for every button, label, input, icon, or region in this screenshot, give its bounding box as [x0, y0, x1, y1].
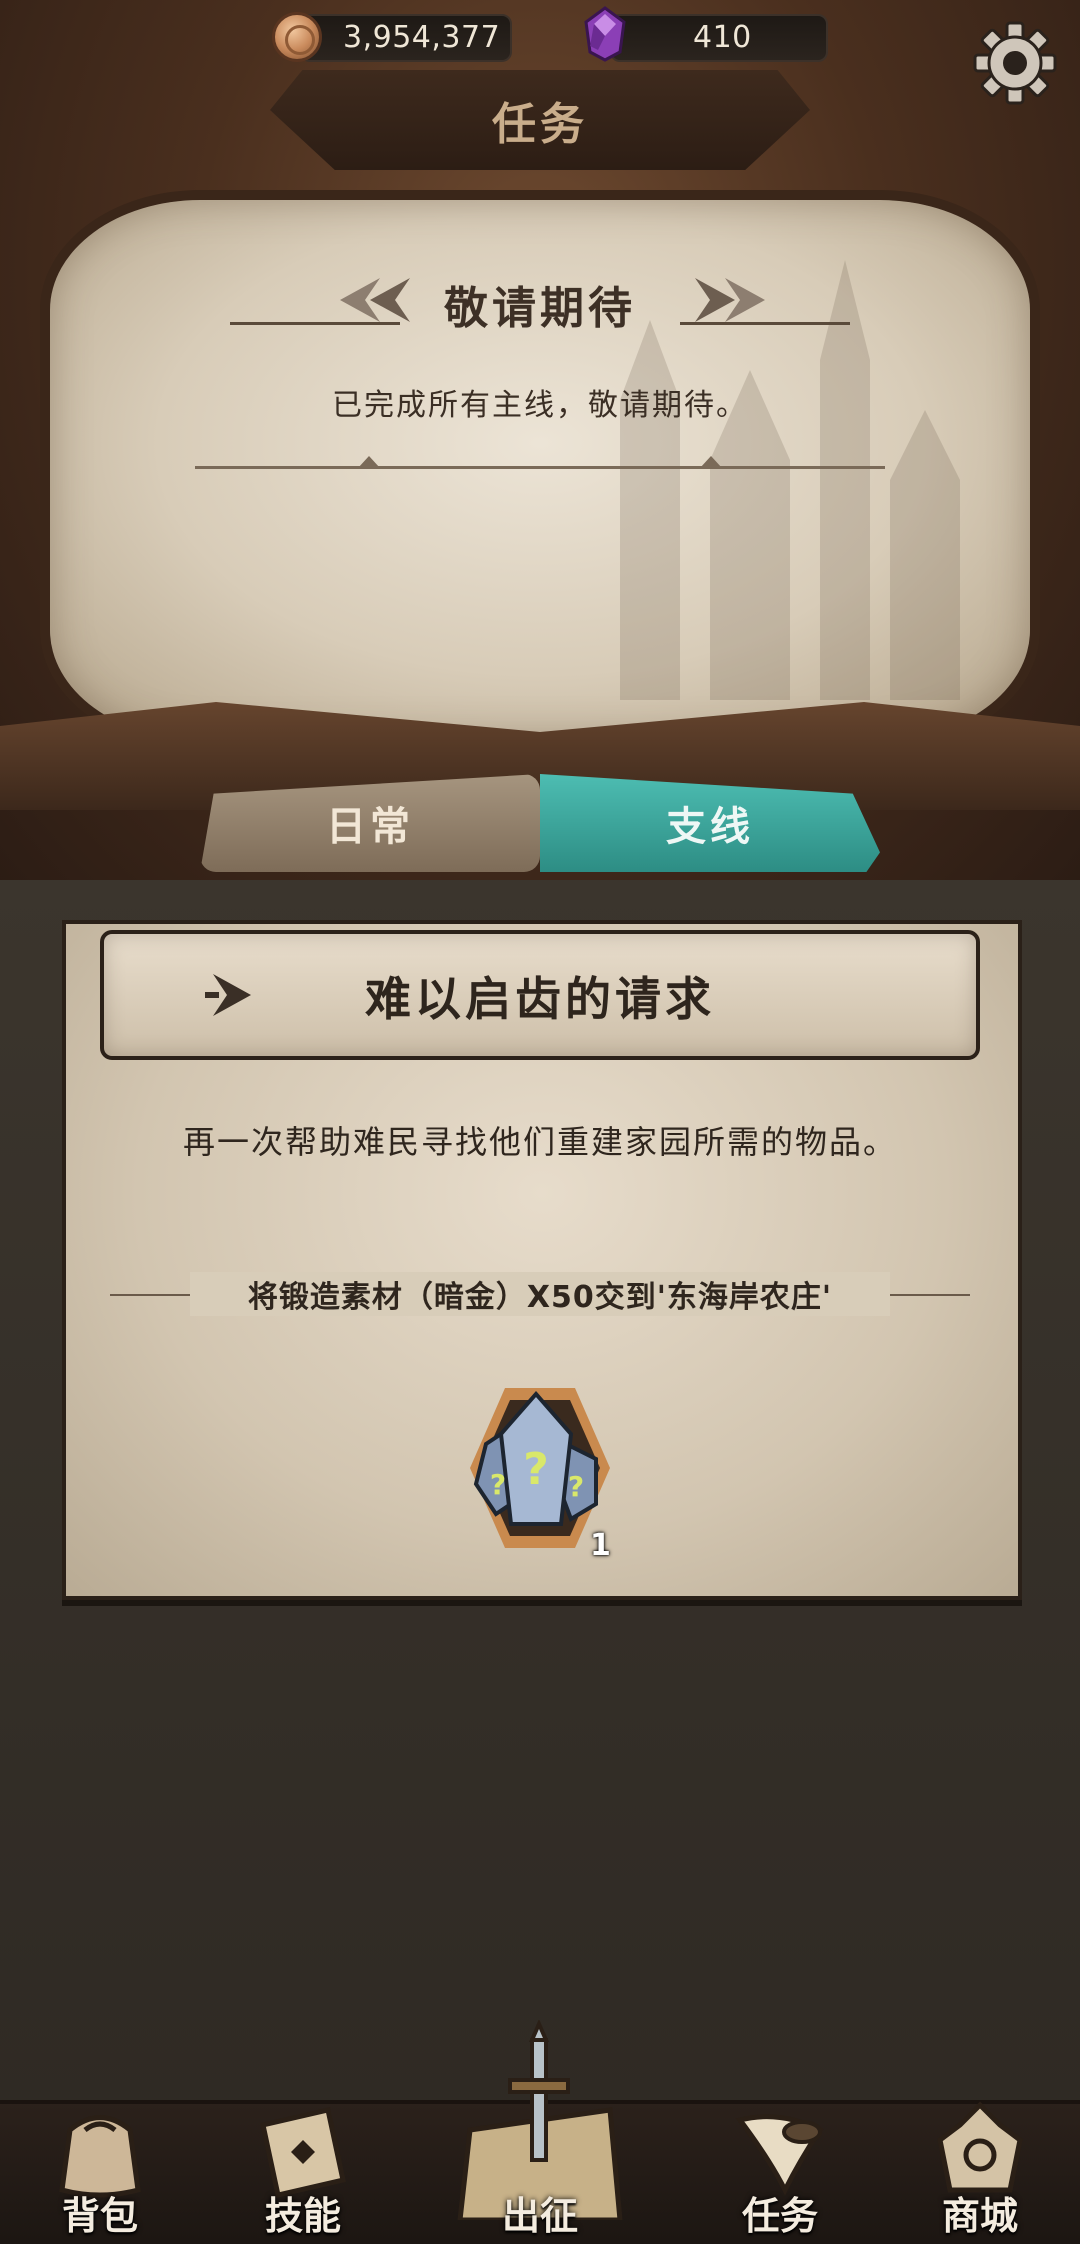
main-banner-title: 敬请期待	[444, 283, 636, 334]
page-title: 任务	[492, 99, 588, 150]
nav-label-bag: 背包	[61, 2194, 138, 2238]
nav-item-shop[interactable]: 商城	[895, 2100, 1065, 2244]
coin-icon	[272, 12, 322, 62]
svg-text:?: ?	[523, 1444, 549, 1495]
coin-amount: 3,954,377	[343, 20, 501, 55]
quest-screen: 3,954,377 410 任务 敬请期待 已完成所有主线，敬请期待。 日常 支…	[0, 0, 1080, 2244]
nav-label-expedition: 出征	[501, 2194, 578, 2238]
svg-text:?: ?	[490, 1468, 506, 1501]
nav-item-bag[interactable]: 背包	[15, 2100, 185, 2244]
banner-divider	[195, 466, 885, 469]
resource-bar: 3,954,377 410	[0, 0, 1080, 105]
reward-count: 1	[590, 1528, 611, 1563]
banner-line-right	[680, 322, 850, 325]
nav-item-quests[interactable]: 任务	[695, 2100, 865, 2244]
main-banner-subtitle: 已完成所有主线，敬请期待。	[332, 388, 748, 423]
banner-arrow-right-icon	[695, 278, 765, 322]
nav-item-expedition[interactable]: 出征	[455, 2100, 625, 2244]
nav-label-shop: 商城	[941, 2194, 1018, 2238]
svg-text:?: ?	[568, 1470, 584, 1503]
nav-item-skills[interactable]: 技能	[218, 2100, 388, 2244]
quest-description: 再一次帮助难民寻找他们重建家园所需的物品。	[182, 1123, 897, 1161]
quest-title: 难以启齿的请求	[365, 972, 715, 1026]
nav-label-quests: 任务	[741, 2194, 818, 2238]
gem-amount: 410	[693, 20, 752, 55]
quest-requirement: 将锻造素材（暗金）X50交到'东海岸农庄'	[190, 1272, 890, 1316]
nav-label-skills: 技能	[264, 2194, 341, 2238]
gem-icon	[584, 6, 626, 62]
